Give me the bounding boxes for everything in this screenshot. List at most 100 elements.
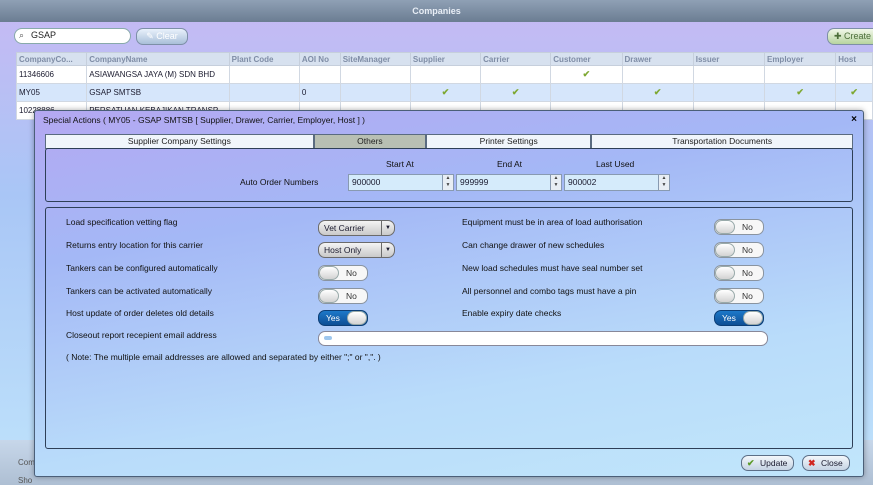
seal-toggle[interactable]: No xyxy=(714,265,764,281)
pin-toggle[interactable]: No xyxy=(714,288,764,304)
col-header[interactable]: Supplier xyxy=(409,52,482,66)
check-icon: ✔ xyxy=(747,458,755,468)
tab-transportation-documents[interactable]: Transportation Documents xyxy=(591,134,854,149)
cell-name: ASIAWANGSA JAYA (M) SDN BHD xyxy=(86,65,230,84)
table-header: CompanyCo... CompanyName Plant Code AOI … xyxy=(15,52,873,66)
col-header[interactable]: AOI No xyxy=(298,52,341,66)
create-button[interactable]: ✚ Create xyxy=(827,28,873,45)
toggle-knob xyxy=(715,220,735,234)
expiry-value: Yes xyxy=(722,313,736,323)
tankers-config-toggle[interactable]: No xyxy=(318,265,368,281)
dialog-title: Special Actions ( MY05 - GSAP SMTSB [ Su… xyxy=(43,115,366,125)
col-header[interactable]: Employer xyxy=(763,52,837,66)
cell-host xyxy=(835,65,873,84)
cell-plant xyxy=(228,65,300,84)
toggle-knob xyxy=(319,289,339,303)
host-update-toggle[interactable]: Yes xyxy=(318,310,368,326)
cell-sitemanager xyxy=(339,83,411,102)
clear-label: Clear xyxy=(156,31,178,41)
toggle-knob xyxy=(715,266,735,280)
last-used-spinner[interactable]: 900002 ▲ ▼ xyxy=(564,174,670,191)
dropdown-arrow-icon: ▼ xyxy=(381,243,394,257)
cell-carrier xyxy=(480,65,552,84)
toggle-knob xyxy=(715,243,735,257)
equipment-label: Equipment must be in area of load author… xyxy=(462,217,643,227)
start-at-spinner[interactable]: 900000 ▲ ▼ xyxy=(348,174,454,191)
cell-customer xyxy=(550,83,623,102)
tankers-activate-label: Tankers can be activated automatically xyxy=(66,286,212,296)
cell-employer xyxy=(763,65,837,84)
col-header[interactable]: Issuer xyxy=(692,52,765,66)
toggle-knob xyxy=(319,266,339,280)
close-button[interactable]: ✖ Close xyxy=(802,455,850,471)
expiry-toggle[interactable]: Yes xyxy=(714,310,764,326)
cell-drawer: ✔ xyxy=(621,83,694,102)
tab-printer-settings[interactable]: Printer Settings xyxy=(426,134,592,149)
check-icon: ✔ xyxy=(653,87,662,97)
check-icon: ✔ xyxy=(796,87,804,97)
last-used-value: 900002 xyxy=(568,177,597,187)
end-at-spinner[interactable]: 999999 ▲ ▼ xyxy=(456,174,562,191)
drawer-label: Can change drawer of new schedules xyxy=(462,240,605,250)
last-used-label: Last Used xyxy=(596,159,635,169)
search-input[interactable]: ⌕ GSAP xyxy=(14,28,131,44)
spinner-arrows-icon[interactable]: ▲ ▼ xyxy=(550,175,561,190)
col-header[interactable]: CompanyName xyxy=(86,52,230,66)
pin-value: No xyxy=(742,291,753,301)
col-header[interactable]: Carrier xyxy=(480,52,552,66)
cell-plant xyxy=(228,83,300,102)
toggle-knob xyxy=(347,311,367,325)
closeout-email-input[interactable] xyxy=(318,331,768,346)
col-header[interactable]: Plant Code xyxy=(228,52,300,66)
start-at-value: 900000 xyxy=(352,177,381,187)
col-header[interactable]: Host xyxy=(835,52,873,66)
cell-sitemanager xyxy=(339,65,411,84)
vetting-select[interactable]: Vet Carrier ▼ xyxy=(318,220,395,236)
close-icon: ✖ xyxy=(808,458,816,468)
host-update-value: Yes xyxy=(326,313,340,323)
col-header[interactable]: SiteManager xyxy=(339,52,411,66)
bottom-label: Com xyxy=(18,458,35,467)
returns-select[interactable]: Host Only ▼ xyxy=(318,242,395,258)
tankers-config-value: No xyxy=(346,268,357,278)
pin-label: All personnel and combo tags must have a… xyxy=(462,286,637,296)
col-header[interactable]: CompanyCo... xyxy=(15,52,88,66)
auto-order-numbers-label: Auto Order Numbers xyxy=(240,177,319,187)
tab-bar: Supplier Company Settings Others Printer… xyxy=(45,134,854,149)
end-at-label: End At xyxy=(497,159,523,169)
order-numbers-panel: Start At End At Last Used Auto Order Num… xyxy=(45,148,853,202)
window-title: Companies xyxy=(0,0,873,22)
cell-issuer xyxy=(692,65,765,84)
clear-button[interactable]: ✎ Clear xyxy=(136,28,188,45)
tab-supplier-company-settings[interactable]: Supplier Company Settings xyxy=(45,134,314,149)
check-icon: ✔ xyxy=(582,69,591,79)
cell-aoi xyxy=(298,65,341,84)
col-header[interactable]: Customer xyxy=(550,52,623,66)
update-button[interactable]: ✔ Update xyxy=(741,455,795,471)
start-at-label: Start At xyxy=(386,159,414,169)
col-header[interactable]: Drawer xyxy=(621,52,694,66)
returns-value: Host Only xyxy=(324,245,362,255)
cell-supplier: ✔ xyxy=(409,83,482,102)
table-row[interactable]: MY05 GSAP SMTSB 0 ✔ ✔ ✔ ✔ ✔ xyxy=(15,83,873,102)
spinner-arrows-icon[interactable]: ▲ ▼ xyxy=(442,175,453,190)
expiry-label: Enable expiry date checks xyxy=(462,308,562,318)
host-update-label: Host update of order deletes old details xyxy=(66,308,214,318)
toggle-knob xyxy=(743,311,763,325)
check-icon: ✔ xyxy=(511,87,520,97)
cell-customer: ✔ xyxy=(550,65,623,84)
equipment-toggle[interactable]: No xyxy=(714,219,764,235)
tankers-activate-toggle[interactable]: No xyxy=(318,288,368,304)
cell-code: MY05 xyxy=(15,83,88,102)
toolbar: ⌕ GSAP ✎ Clear ✚ Create xyxy=(8,26,873,46)
spinner-arrows-icon[interactable]: ▲ ▼ xyxy=(658,175,669,190)
drawer-toggle[interactable]: No xyxy=(714,242,764,258)
close-label: Close xyxy=(821,458,843,468)
search-icon: ⌕ xyxy=(19,30,25,40)
table-row[interactable]: 11346606 ASIAWANGSA JAYA (M) SDN BHD ✔ xyxy=(15,65,873,84)
bottom-label: Sho xyxy=(18,476,33,485)
close-icon[interactable]: × xyxy=(851,114,857,125)
settings-panel: Load specification vetting flag Vet Carr… xyxy=(45,207,853,449)
tab-others[interactable]: Others xyxy=(313,134,427,149)
search-value: GSAP xyxy=(31,30,57,40)
